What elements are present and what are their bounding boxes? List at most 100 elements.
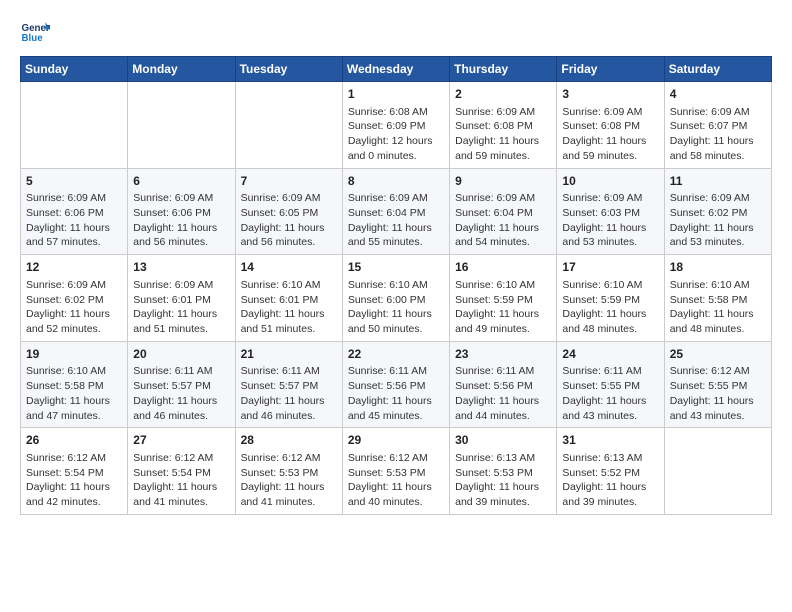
calendar-cell: 21Sunrise: 6:11 AMSunset: 5:57 PMDayligh… bbox=[235, 341, 342, 428]
calendar-cell: 28Sunrise: 6:12 AMSunset: 5:53 PMDayligh… bbox=[235, 428, 342, 515]
day-info-line: Daylight: 11 hours bbox=[562, 307, 658, 322]
day-info-line: and 41 minutes. bbox=[241, 495, 337, 510]
day-info-line: Sunset: 5:56 PM bbox=[455, 379, 551, 394]
cell-content: 14Sunrise: 6:10 AMSunset: 6:01 PMDayligh… bbox=[241, 259, 337, 337]
day-info-line: Sunset: 6:01 PM bbox=[241, 293, 337, 308]
cell-content: 3Sunrise: 6:09 AMSunset: 6:08 PMDaylight… bbox=[562, 86, 658, 164]
day-info-line: Sunset: 5:53 PM bbox=[348, 466, 444, 481]
day-info-line: Sunrise: 6:10 AM bbox=[455, 278, 551, 293]
day-info-line: Daylight: 11 hours bbox=[455, 394, 551, 409]
day-info-line: Daylight: 11 hours bbox=[670, 134, 766, 149]
day-info-line: Daylight: 11 hours bbox=[455, 480, 551, 495]
day-info-line: Sunrise: 6:09 AM bbox=[348, 191, 444, 206]
day-info-line: and 40 minutes. bbox=[348, 495, 444, 510]
day-info-line: Daylight: 11 hours bbox=[455, 134, 551, 149]
day-info-line: and 57 minutes. bbox=[26, 235, 122, 250]
cell-content: 12Sunrise: 6:09 AMSunset: 6:02 PMDayligh… bbox=[26, 259, 122, 337]
day-info-line: Sunset: 6:00 PM bbox=[348, 293, 444, 308]
day-number: 31 bbox=[562, 432, 658, 449]
cell-content: 9Sunrise: 6:09 AMSunset: 6:04 PMDaylight… bbox=[455, 173, 551, 251]
calendar-cell: 30Sunrise: 6:13 AMSunset: 5:53 PMDayligh… bbox=[450, 428, 557, 515]
calendar-cell: 22Sunrise: 6:11 AMSunset: 5:56 PMDayligh… bbox=[342, 341, 449, 428]
day-info-line: Sunset: 6:05 PM bbox=[241, 206, 337, 221]
day-info-line: Sunrise: 6:09 AM bbox=[133, 191, 229, 206]
day-info-line: Sunrise: 6:10 AM bbox=[348, 278, 444, 293]
day-info-line: Sunset: 5:54 PM bbox=[133, 466, 229, 481]
day-info-line: Daylight: 11 hours bbox=[133, 480, 229, 495]
day-info-line: Sunset: 5:55 PM bbox=[562, 379, 658, 394]
calendar-cell: 5Sunrise: 6:09 AMSunset: 6:06 PMDaylight… bbox=[21, 168, 128, 255]
day-number: 13 bbox=[133, 259, 229, 276]
day-number: 8 bbox=[348, 173, 444, 190]
day-number: 25 bbox=[670, 346, 766, 363]
day-info-line: Daylight: 11 hours bbox=[562, 394, 658, 409]
day-number: 6 bbox=[133, 173, 229, 190]
calendar-cell: 17 Sunrise: 6:10 AMSunset: 5:59 PMDayligh… bbox=[557, 255, 664, 342]
day-info-line: Daylight: 11 hours bbox=[670, 221, 766, 236]
cell-content: 20Sunrise: 6:11 AMSunset: 5:57 PMDayligh… bbox=[133, 346, 229, 424]
day-info-line: Sunrise: 6:09 AM bbox=[562, 105, 658, 120]
calendar-cell bbox=[235, 82, 342, 169]
cell-content: 22Sunrise: 6:11 AMSunset: 5:56 PMDayligh… bbox=[348, 346, 444, 424]
day-info-line: Sunset: 5:57 PM bbox=[241, 379, 337, 394]
day-info-line: Sunrise: 6:09 AM bbox=[133, 278, 229, 293]
day-info-line: Sunrise: 6:10 AM bbox=[241, 278, 337, 293]
day-info-line: Sunset: 6:08 PM bbox=[562, 119, 658, 134]
day-number: 28 bbox=[241, 432, 337, 449]
calendar-cell: 8Sunrise: 6:09 AMSunset: 6:04 PMDaylight… bbox=[342, 168, 449, 255]
day-info-line: Sunset: 5:55 PM bbox=[670, 379, 766, 394]
day-number: 19 bbox=[26, 346, 122, 363]
day-info-line: Sunset: 6:08 PM bbox=[455, 119, 551, 134]
day-info-line: Daylight: 11 hours bbox=[562, 134, 658, 149]
day-info-line: Sunrise: 6:11 AM bbox=[562, 364, 658, 379]
day-number: 17 bbox=[562, 259, 658, 276]
cell-content: 7Sunrise: 6:09 AMSunset: 6:05 PMDaylight… bbox=[241, 173, 337, 251]
cell-content: 28Sunrise: 6:12 AMSunset: 5:53 PMDayligh… bbox=[241, 432, 337, 510]
day-info-line: Sunrise: 6:13 AM bbox=[562, 451, 658, 466]
day-info-line: and 51 minutes. bbox=[133, 322, 229, 337]
day-info-line: Daylight: 11 hours bbox=[562, 480, 658, 495]
cell-content: 19Sunrise: 6:10 AMSunset: 5:58 PMDayligh… bbox=[26, 346, 122, 424]
day-info-line: Sunset: 6:02 PM bbox=[26, 293, 122, 308]
calendar-day-header: Sunday bbox=[21, 57, 128, 82]
cell-content: 1Sunrise: 6:08 AMSunset: 6:09 PMDaylight… bbox=[348, 86, 444, 164]
day-number: 29 bbox=[348, 432, 444, 449]
day-number: 23 bbox=[455, 346, 551, 363]
day-info-line: Daylight: 11 hours bbox=[241, 221, 337, 236]
day-info-line: Sunset: 5:59 PM bbox=[562, 293, 658, 308]
day-number: 9 bbox=[455, 173, 551, 190]
calendar-cell: 14Sunrise: 6:10 AMSunset: 6:01 PMDayligh… bbox=[235, 255, 342, 342]
calendar-day-header: Thursday bbox=[450, 57, 557, 82]
day-number: 2 bbox=[455, 86, 551, 103]
calendar-cell: 7Sunrise: 6:09 AMSunset: 6:05 PMDaylight… bbox=[235, 168, 342, 255]
cell-content: 10Sunrise: 6:09 AMSunset: 6:03 PMDayligh… bbox=[562, 173, 658, 251]
day-info-line: and 42 minutes. bbox=[26, 495, 122, 510]
day-info-line: Sunset: 5:58 PM bbox=[26, 379, 122, 394]
cell-content: 30Sunrise: 6:13 AMSunset: 5:53 PMDayligh… bbox=[455, 432, 551, 510]
calendar-cell: 6Sunrise: 6:09 AMSunset: 6:06 PMDaylight… bbox=[128, 168, 235, 255]
day-info-line: and 50 minutes. bbox=[348, 322, 444, 337]
day-info-line: Sunset: 6:06 PM bbox=[26, 206, 122, 221]
page: General Blue SundayMondayTuesdayWednesda… bbox=[0, 0, 792, 531]
calendar-day-header: Monday bbox=[128, 57, 235, 82]
day-info-line: and 53 minutes. bbox=[670, 235, 766, 250]
cell-content: 31Sunrise: 6:13 AMSunset: 5:52 PMDayligh… bbox=[562, 432, 658, 510]
calendar-cell: 11Sunrise: 6:09 AMSunset: 6:02 PMDayligh… bbox=[664, 168, 771, 255]
day-number: 21 bbox=[241, 346, 337, 363]
day-info-line: Sunrise: 6:12 AM bbox=[133, 451, 229, 466]
day-info-line: Sunrise: 6:10 AM bbox=[562, 278, 658, 293]
day-info-line: Daylight: 11 hours bbox=[133, 307, 229, 322]
calendar-week-row: 5Sunrise: 6:09 AMSunset: 6:06 PMDaylight… bbox=[21, 168, 772, 255]
day-info-line: Sunrise: 6:10 AM bbox=[26, 364, 122, 379]
day-number: 27 bbox=[133, 432, 229, 449]
calendar-cell: 31Sunrise: 6:13 AMSunset: 5:52 PMDayligh… bbox=[557, 428, 664, 515]
calendar-cell: 23Sunrise: 6:11 AMSunset: 5:56 PMDayligh… bbox=[450, 341, 557, 428]
cell-content: 26Sunrise: 6:12 AMSunset: 5:54 PMDayligh… bbox=[26, 432, 122, 510]
day-info-line: and 39 minutes. bbox=[455, 495, 551, 510]
day-info-line: Daylight: 11 hours bbox=[455, 221, 551, 236]
day-number: 12 bbox=[26, 259, 122, 276]
day-number: 16 bbox=[455, 259, 551, 276]
calendar-header-row: SundayMondayTuesdayWednesdayThursdayFrid… bbox=[21, 57, 772, 82]
day-info-line: and 53 minutes. bbox=[562, 235, 658, 250]
day-info-line: Daylight: 11 hours bbox=[26, 221, 122, 236]
